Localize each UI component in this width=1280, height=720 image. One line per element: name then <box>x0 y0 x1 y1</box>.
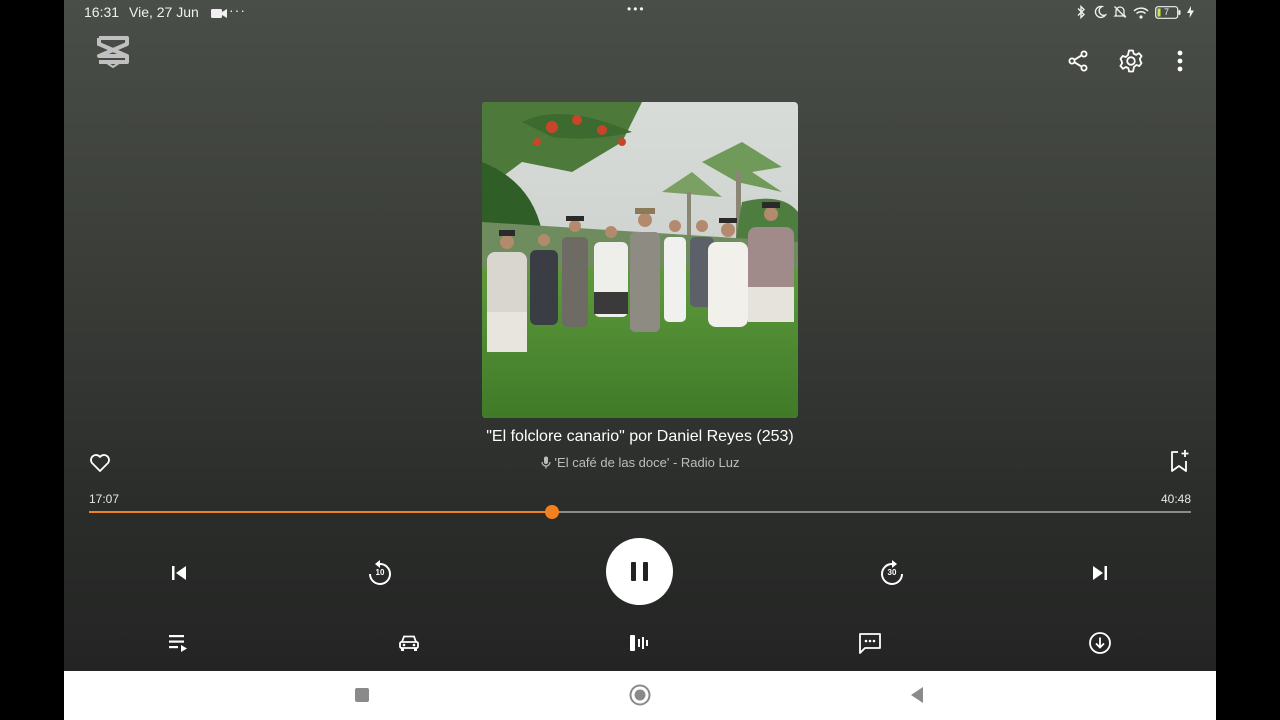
system-navigation-bar <box>64 671 1216 720</box>
status-date: Vie, 27 Jun <box>129 4 199 20</box>
forward-button[interactable]: 30 <box>873 554 911 592</box>
microphone-icon <box>540 456 551 469</box>
pause-button[interactable] <box>606 538 673 605</box>
settings-button[interactable] <box>1113 43 1149 79</box>
home-button[interactable] <box>624 679 656 711</box>
elapsed-time: 17:07 <box>89 492 120 506</box>
progress-bar[interactable] <box>89 505 1191 519</box>
download-icon <box>1088 631 1112 655</box>
battery-icon: 7 <box>1155 5 1181 19</box>
pause-icon <box>628 560 651 583</box>
replay-10-icon: 10 <box>367 559 393 587</box>
skip-previous-button[interactable] <box>161 555 197 591</box>
forward-seconds: 30 <box>887 568 897 577</box>
charging-icon <box>1187 6 1194 18</box>
more-vert-icon <box>1177 50 1183 72</box>
player-screen: 16:31 Vie, 27 Jun ··· ••• 7 "El folclore… <box>64 0 1216 671</box>
playlist-icon <box>168 633 190 653</box>
square-icon <box>354 687 370 703</box>
skip-next-button[interactable] <box>1082 555 1118 591</box>
triangle-back-icon <box>909 686 925 704</box>
status-more: ··· <box>229 2 246 18</box>
wifi-icon <box>1133 6 1149 19</box>
comment-icon <box>858 632 882 654</box>
episode-subtitle: 'El café de las doce' - Radio Luz <box>554 455 740 470</box>
status-time: 16:31 <box>84 4 120 20</box>
video-camera-icon <box>211 8 227 19</box>
bookmark-button[interactable] <box>1163 445 1195 477</box>
recents-button[interactable] <box>346 679 378 711</box>
total-duration: 40:48 <box>1160 492 1191 506</box>
gear-icon <box>1118 48 1144 74</box>
rewind-seconds: 10 <box>375 568 385 577</box>
heart-icon <box>89 453 111 473</box>
waveform-icon <box>628 633 650 653</box>
status-center-dots: ••• <box>627 2 646 16</box>
notifications-off-icon <box>1113 5 1127 19</box>
episode-title: "El folclore canario" por Daniel Reyes (… <box>486 428 794 445</box>
episode-artwork <box>482 102 798 418</box>
car-icon <box>398 633 420 653</box>
share-button[interactable] <box>1061 44 1095 78</box>
capcut-logo-icon <box>90 30 136 70</box>
share-icon <box>1066 49 1090 73</box>
more-options-button[interactable] <box>1163 44 1197 78</box>
audio-effects-button[interactable] <box>621 626 657 660</box>
rewind-button[interactable]: 10 <box>361 554 399 592</box>
comments-button[interactable] <box>852 626 888 660</box>
moon-icon <box>1093 5 1107 19</box>
skip-next-icon <box>1092 565 1108 581</box>
battery-level: 7 <box>1163 6 1169 17</box>
forward-30-icon: 30 <box>879 559 905 587</box>
download-button[interactable] <box>1082 626 1118 660</box>
car-mode-button[interactable] <box>391 626 427 660</box>
bluetooth-icon <box>1075 5 1087 19</box>
progress-thumb[interactable] <box>544 505 559 519</box>
progress-fill <box>89 511 552 513</box>
episode-subtitle-row: 'El café de las doce' - Radio Luz <box>64 455 1216 470</box>
queue-button[interactable] <box>161 626 197 660</box>
status-icons: 7 <box>1075 5 1194 19</box>
favorite-button[interactable] <box>84 447 116 479</box>
bookmark-add-icon <box>1168 449 1190 473</box>
circle-home-icon <box>629 684 651 706</box>
back-button[interactable] <box>901 679 933 711</box>
skip-previous-icon <box>171 565 187 581</box>
